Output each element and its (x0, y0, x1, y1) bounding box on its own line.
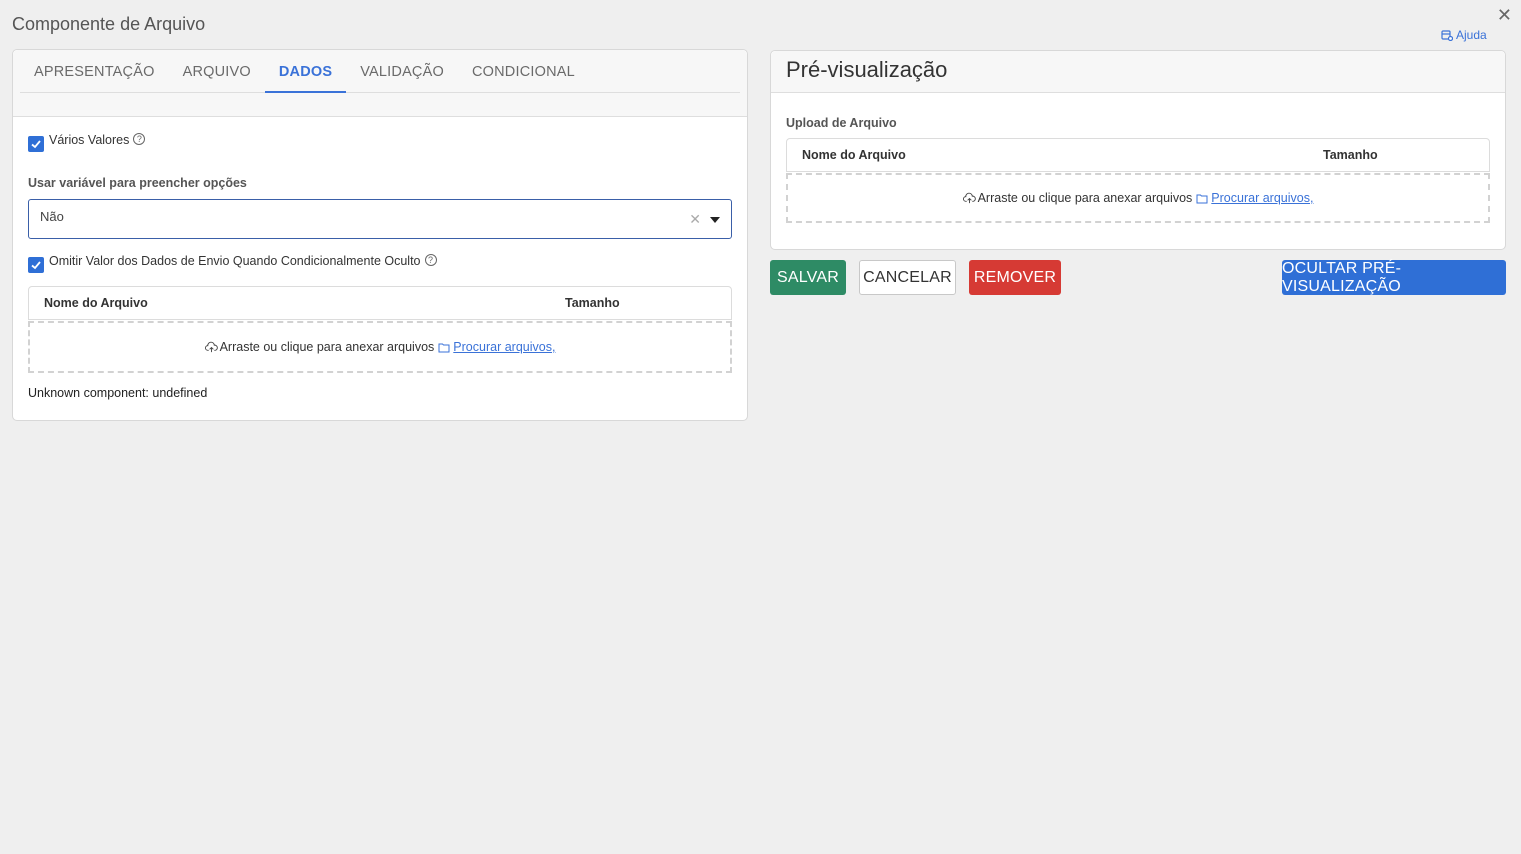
folder-icon (1196, 194, 1208, 203)
preview-file-dropzone[interactable]: Arraste ou clique para anexar arquivos P… (786, 173, 1490, 223)
tab-dados[interactable]: DADOS (264, 50, 347, 93)
unknown-component-text: Unknown component: undefined (28, 386, 208, 400)
clear-icon[interactable]: ✕ (689, 211, 701, 228)
cloud-upload-icon (962, 192, 976, 203)
tabs-header: APRESENTAÇÃO ARQUIVO DADOS VALIDAÇÃO CON… (13, 50, 747, 117)
use-variable-select[interactable]: Não ✕ (28, 199, 732, 239)
tab-condicional[interactable]: CONDICIONAL (458, 50, 589, 92)
omit-value-label: Omitir Valor dos Dados de Envio Quando C… (49, 254, 421, 268)
preview-body: Upload de Arquivo Nome do Arquivo Tamanh… (771, 93, 1505, 223)
hide-preview-button[interactable]: OCULTAR PRÉ-VISUALIZAÇÃO (1282, 260, 1506, 295)
browse-files-link[interactable]: Procurar arquivos, (1211, 191, 1313, 205)
dropzone-text: Arraste ou clique para anexar arquivos (219, 340, 435, 354)
preview-file-table: Nome do Arquivo Tamanho Arraste ou cliqu… (786, 138, 1490, 223)
data-tab-body: Vários Valores ? Usar variável para pree… (13, 117, 747, 400)
multiple-values-row: Vários Valores ? (28, 133, 732, 152)
settings-panel: APRESENTAÇÃO ARQUIVO DADOS VALIDAÇÃO CON… (12, 49, 748, 421)
check-icon (31, 261, 41, 270)
help-book-icon (1441, 30, 1453, 41)
file-table: Nome do Arquivo Tamanho Arraste ou cliqu… (28, 286, 732, 373)
remove-button[interactable]: REMOVER (969, 260, 1061, 295)
upload-label: Upload de Arquivo (786, 116, 897, 130)
file-table-header: Nome do Arquivo Tamanho (28, 286, 732, 320)
col-file-name: Nome do Arquivo (802, 148, 906, 162)
preview-panel: Pré-visualização Upload de Arquivo Nome … (770, 50, 1506, 250)
col-file-size: Tamanho (1323, 148, 1378, 162)
file-dropzone[interactable]: Arraste ou clique para anexar arquivos P… (28, 321, 732, 373)
preview-title: Pré-visualização (771, 51, 1505, 93)
use-variable-label: Usar variável para preencher opções (28, 176, 247, 190)
cloud-upload-icon (204, 341, 218, 352)
save-button[interactable]: SALVAR (770, 260, 846, 295)
question-icon[interactable]: ? (424, 254, 437, 266)
caret-down-icon[interactable] (710, 217, 720, 223)
check-icon (31, 140, 41, 149)
multiple-values-label: Vários Valores (49, 133, 130, 147)
omit-value-row: Omitir Valor dos Dados de Envio Quando C… (28, 254, 732, 273)
tab-bar: APRESENTAÇÃO ARQUIVO DADOS VALIDAÇÃO CON… (20, 50, 740, 93)
col-file-name: Nome do Arquivo (44, 296, 148, 310)
dropzone-text: Arraste ou clique para anexar arquivos (977, 191, 1193, 205)
omit-value-checkbox[interactable] (28, 257, 44, 273)
help-link[interactable]: Ajuda (1441, 28, 1487, 42)
use-variable-value: Não (40, 209, 64, 224)
col-file-size: Tamanho (565, 296, 620, 310)
tab-validacao[interactable]: VALIDAÇÃO (346, 50, 458, 92)
preview-file-table-header: Nome do Arquivo Tamanho (786, 138, 1490, 172)
tab-arquivo[interactable]: ARQUIVO (169, 50, 265, 92)
help-label: Ajuda (1456, 28, 1487, 42)
tab-apresentacao[interactable]: APRESENTAÇÃO (20, 50, 169, 92)
multiple-values-checkbox[interactable] (28, 136, 44, 152)
close-icon[interactable]: ✕ (1497, 6, 1512, 24)
browse-files-link[interactable]: Procurar arquivos, (453, 340, 555, 354)
cancel-button[interactable]: CANCELAR (859, 260, 956, 295)
question-icon[interactable]: ? (133, 133, 146, 145)
modal-title: Componente de Arquivo (12, 14, 206, 34)
folder-icon (438, 343, 450, 352)
